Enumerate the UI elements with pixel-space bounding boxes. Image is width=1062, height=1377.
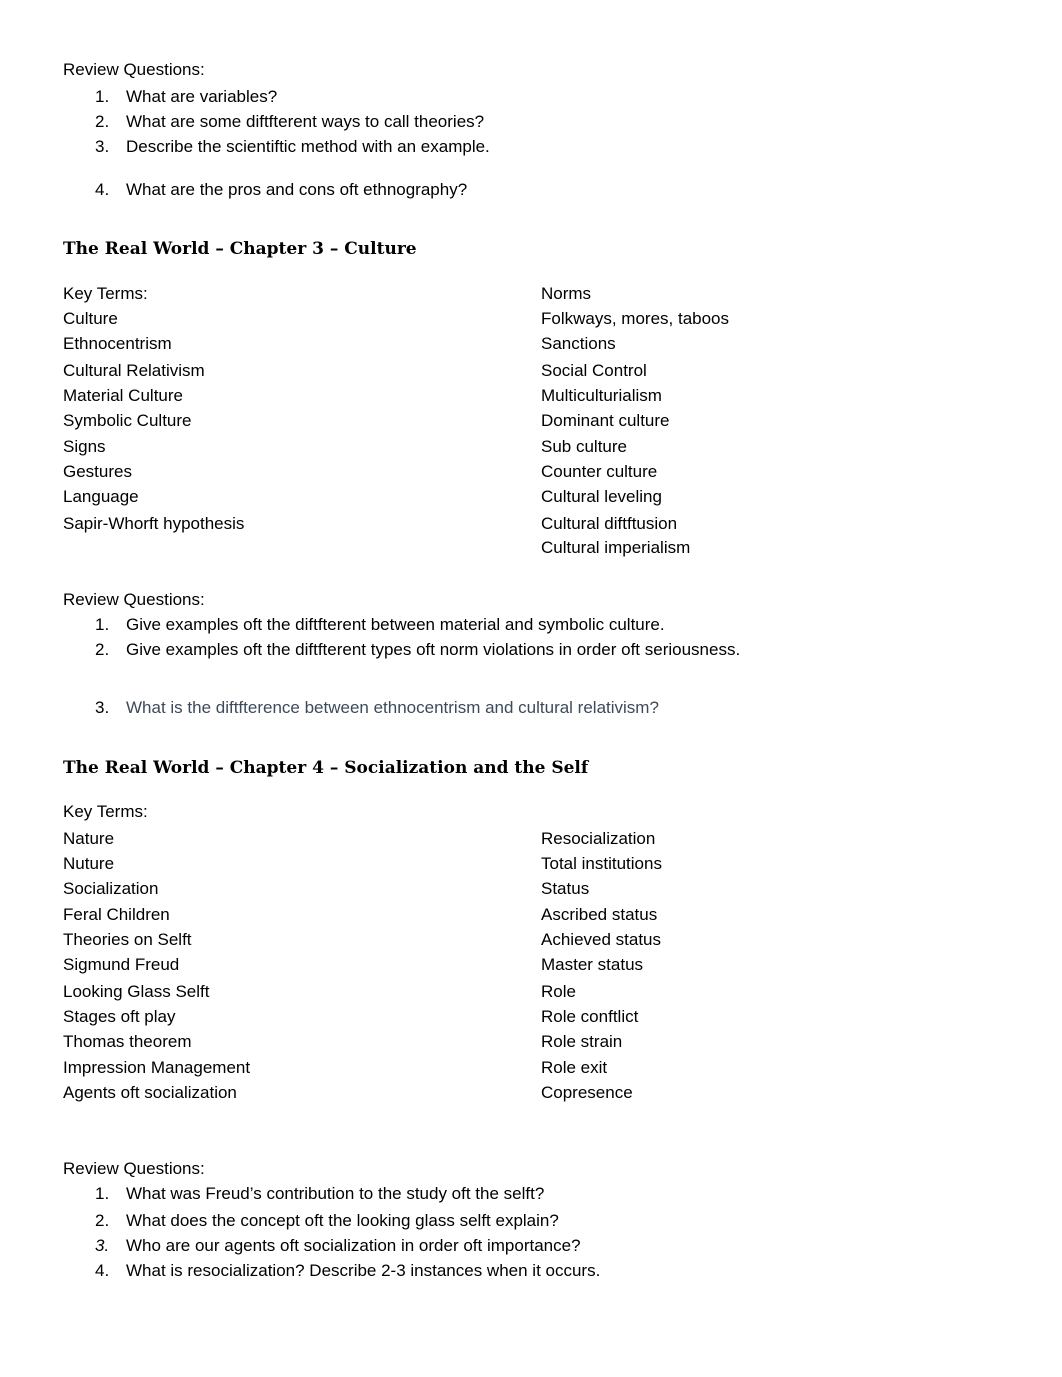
key-term: Social Control <box>541 361 647 380</box>
key-term: Agents oft socialization <box>63 1083 237 1102</box>
key-term: Theories on Selft <box>63 930 192 949</box>
key-term: Role exit <box>541 1058 608 1077</box>
key-term: Cultural diftftusion <box>541 514 678 533</box>
key-term: Signs <box>63 437 106 456</box>
review-questions-label: Review Questions: <box>63 1159 205 1178</box>
key-term: Ascribed status <box>541 905 658 924</box>
key-term: Ethnocentrism <box>63 334 172 353</box>
key-term: Nuture <box>63 854 115 873</box>
key-term: Culture <box>63 309 118 328</box>
key-term: Nature <box>63 829 115 848</box>
key-terms-label: Key Terms: <box>63 284 148 303</box>
key-term: Sapir-Whorft hypothesis <box>63 514 245 533</box>
key-term: Status <box>541 879 590 898</box>
key-term: Sub culture <box>541 437 627 456</box>
key-term: Language <box>63 487 139 506</box>
key-term: Counter culture <box>541 462 658 481</box>
key-term: Cultural leveling <box>541 487 662 506</box>
key-term: Sanctions <box>541 334 616 353</box>
key-term: Thomas theorem <box>63 1032 192 1051</box>
key-term: Copresence <box>541 1083 633 1102</box>
key-term: Cultural imperialism <box>541 538 691 557</box>
key-term: Role <box>541 982 576 1001</box>
key-term: Cultural Relativism <box>63 361 205 380</box>
key-term: Impression Management <box>63 1058 251 1077</box>
key-term: Sigmund Freud <box>63 955 180 974</box>
key-term: Folkways, mores, taboos <box>541 309 730 328</box>
chapter-4-heading: The Real World – Chapter 4 – Socializati… <box>63 758 589 778</box>
key-term: Socialization <box>63 879 159 898</box>
key-term: Feral Children <box>63 905 170 924</box>
key-term: Total institutions <box>541 854 662 873</box>
key-term: Symbolic Culture <box>63 411 192 430</box>
key-term: Stages oft play <box>63 1007 176 1026</box>
key-term: Role conftlict <box>541 1007 639 1026</box>
key-term: Role strain <box>541 1032 623 1051</box>
key-terms-label: Key Terms: <box>63 802 148 821</box>
document-page: Review Questions: 1. What are variables? … <box>0 0 1062 1377</box>
review-questions-label: Review Questions: <box>63 590 205 609</box>
key-term: Resocialization <box>541 829 656 848</box>
key-term: Material Culture <box>63 386 183 405</box>
review-questions-label: Review Questions: <box>63 60 205 79</box>
key-term: Gestures <box>63 462 132 481</box>
chapter-3-heading: The Real World – Chapter 3 – Culture <box>63 239 417 259</box>
key-term: Looking Glass Selft <box>63 982 210 1001</box>
key-term: Norms <box>541 284 592 303</box>
key-term: Master status <box>541 955 644 974</box>
key-term: Dominant culture <box>541 411 670 430</box>
key-term: Achieved status <box>541 930 662 949</box>
key-term: Multiculturialism <box>541 386 662 405</box>
